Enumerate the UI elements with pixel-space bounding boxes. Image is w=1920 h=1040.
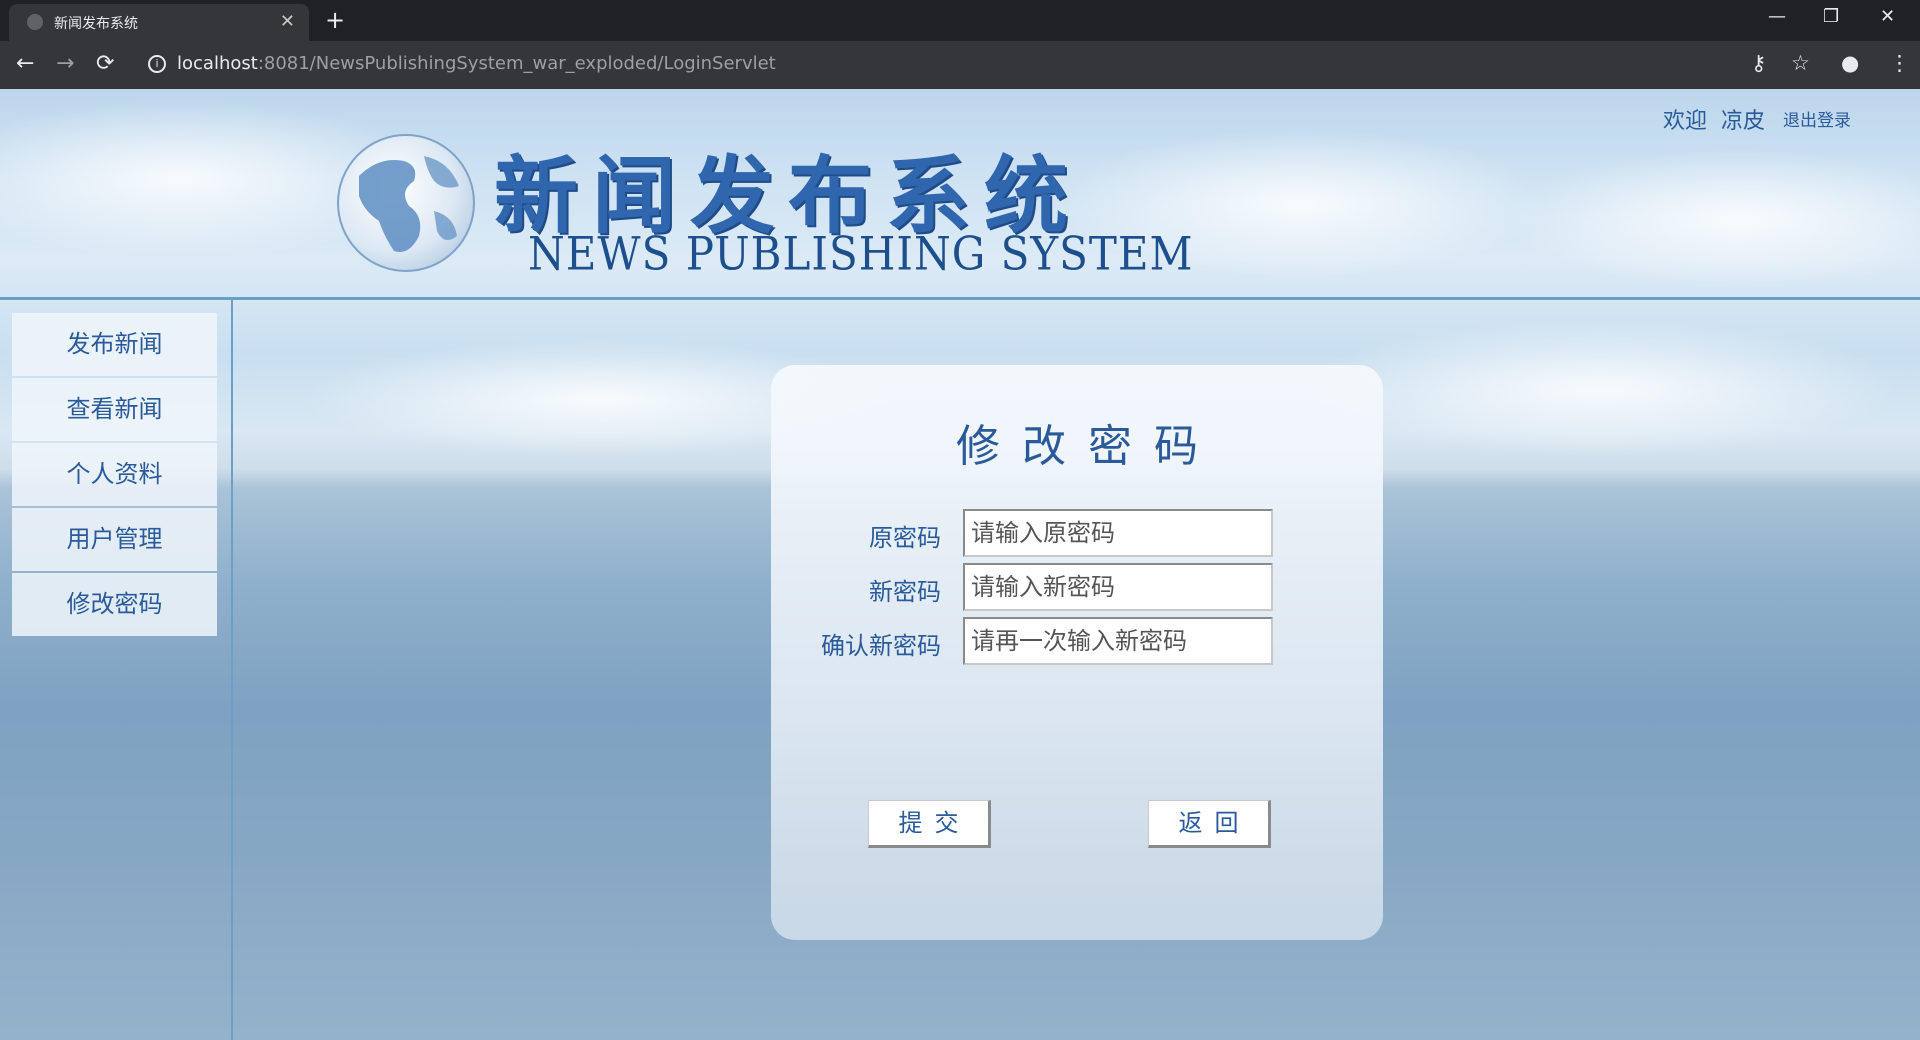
- star-icon[interactable]: ☆: [1791, 51, 1810, 75]
- browser-tab[interactable]: 新闻发布系统 ✕: [9, 4, 309, 41]
- close-tab-icon[interactable]: ✕: [280, 11, 295, 32]
- forward-arrow-icon[interactable]: →: [56, 51, 74, 76]
- browser-tab-bar: 新闻发布系统 ✕ + — ❐ ✕: [0, 0, 1920, 41]
- site-logo-english: NEWS PUBLISHING SYSTEM: [528, 226, 1194, 281]
- sidebar-item-user-management[interactable]: 用户管理: [12, 508, 217, 571]
- back-button[interactable]: 返回: [1148, 800, 1271, 848]
- old-password-label: 原密码: [869, 524, 941, 552]
- page-background: 新闻发布系统 NEWS PUBLISHING SYSTEM 欢迎 凉皮 退出登录…: [0, 89, 1920, 1040]
- sidebar-item-view-news[interactable]: 查看新闻: [12, 378, 217, 441]
- restore-icon[interactable]: ❐: [1823, 6, 1839, 27]
- globe-logo-icon: [337, 134, 475, 272]
- confirm-password-input[interactable]: [963, 617, 1273, 665]
- account-icon[interactable]: ●: [1841, 51, 1859, 75]
- sidebar-divider: [231, 300, 233, 1040]
- old-password-input[interactable]: [963, 509, 1273, 557]
- browser-toolbar: ← → ⟳ i localhost:8081/NewsPublishingSys…: [0, 41, 1920, 89]
- username: 凉皮: [1721, 109, 1766, 134]
- reload-icon[interactable]: ⟳: [96, 51, 114, 76]
- new-password-label: 新密码: [869, 578, 941, 606]
- new-tab-icon[interactable]: +: [325, 6, 345, 34]
- address-bar[interactable]: localhost:8081/NewsPublishingSystem_war_…: [177, 53, 776, 74]
- submit-button[interactable]: 提交: [868, 800, 991, 848]
- tab-title: 新闻发布系统: [54, 16, 138, 32]
- site-info-icon[interactable]: i: [148, 55, 166, 73]
- key-icon[interactable]: ⚷: [1751, 51, 1766, 75]
- sidebar-item-change-password[interactable]: 修改密码: [12, 573, 217, 636]
- logout-link[interactable]: 退出登录: [1783, 106, 1851, 131]
- globe-favicon-icon: [27, 14, 43, 30]
- back-arrow-icon[interactable]: ←: [16, 51, 34, 76]
- confirm-password-label: 确认新密码: [821, 632, 941, 660]
- new-password-input[interactable]: [963, 563, 1273, 611]
- form-title: 修改密码: [956, 421, 1220, 472]
- url-host: localhost: [177, 53, 258, 74]
- cloud-decoration: [1300, 319, 1900, 459]
- menu-kebab-icon[interactable]: ⋮: [1889, 51, 1910, 75]
- header-divider: [0, 297, 1920, 300]
- change-password-card: 修改密码 原密码 新密码 确认新密码 提交 返回: [771, 365, 1383, 940]
- sidebar-nav: 发布新闻 查看新闻 个人资料 用户管理 修改密码: [12, 313, 217, 638]
- sidebar-item-profile[interactable]: 个人资料: [12, 443, 217, 506]
- welcome-text: 欢迎: [1663, 109, 1708, 134]
- sidebar-item-publish-news[interactable]: 发布新闻: [12, 313, 217, 376]
- minimize-icon[interactable]: —: [1768, 6, 1786, 27]
- window-close-icon[interactable]: ✕: [1880, 6, 1895, 27]
- site-header: 新闻发布系统 NEWS PUBLISHING SYSTEM 欢迎 凉皮 退出登录: [0, 89, 1920, 296]
- url-path: :8081/NewsPublishingSystem_war_exploded/…: [257, 53, 776, 74]
